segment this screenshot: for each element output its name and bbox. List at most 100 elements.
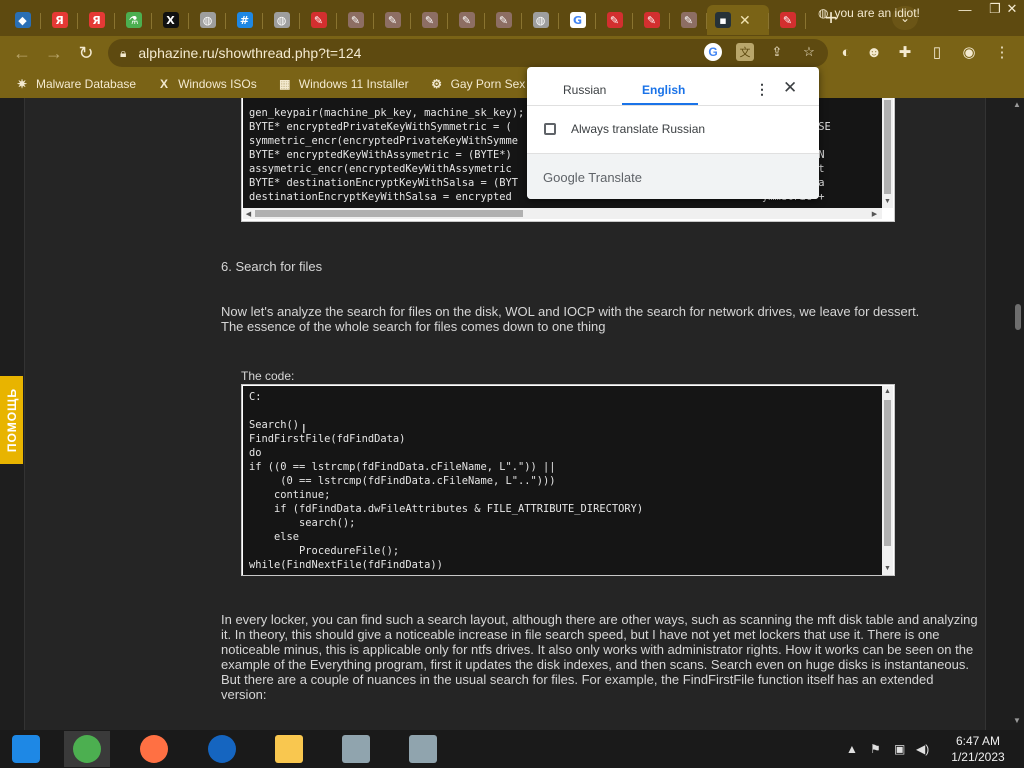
bookmark-item[interactable]: X Windows ISOs bbox=[156, 76, 257, 92]
browser-tab[interactable]: ✎ bbox=[769, 5, 806, 35]
red-feather-icon: ✎ bbox=[310, 12, 327, 28]
search-code-scroll-down-icon[interactable]: ▼ bbox=[882, 563, 893, 574]
system-clock[interactable]: 6:47 AM 1/21/2023 bbox=[946, 733, 1010, 765]
network-tool-app-2[interactable] bbox=[400, 731, 446, 767]
text-cursor-icon: I bbox=[302, 421, 306, 436]
browser-tab[interactable]: Я bbox=[41, 5, 78, 35]
extensions-puzzle-icon[interactable]: ✚ bbox=[893, 40, 917, 64]
translate-popup: Russian English ⋮ ✕ Always translate Rus… bbox=[527, 67, 819, 199]
close-tab-icon[interactable]: ✕ bbox=[739, 12, 751, 29]
code-label: The code: bbox=[241, 369, 295, 383]
terminal-icon: ▪ bbox=[715, 12, 731, 28]
translate-icon[interactable]: 文 bbox=[736, 43, 754, 61]
forward-arrow-icon: → bbox=[45, 42, 63, 63]
side-panel-icon[interactable]: ▯ bbox=[925, 40, 949, 64]
reload-button[interactable]: ↻ bbox=[70, 38, 102, 68]
close-window-button[interactable]: ✕ bbox=[1000, 0, 1024, 18]
browser-toolbar: ← → ↻ 🔒︎ alphazine.ru/showthread.php?t=1… bbox=[0, 36, 1024, 70]
search-code-vscroll[interactable]: ▲ ▼ bbox=[882, 386, 893, 575]
top-code-vscroll[interactable]: ▼ bbox=[882, 98, 893, 208]
file-explorer-app[interactable] bbox=[266, 731, 312, 767]
minimize-button[interactable]: — bbox=[950, 0, 980, 18]
reload-icon: ↻ bbox=[78, 42, 94, 63]
browser-tab[interactable]: # bbox=[226, 5, 263, 35]
obama-logo-app[interactable] bbox=[199, 731, 245, 767]
start-button[interactable] bbox=[4, 731, 48, 767]
browser-tab[interactable]: ✎ bbox=[300, 5, 337, 35]
blue-hex-icon: ◆ bbox=[14, 12, 31, 28]
translate-close-icon[interactable]: ✕ bbox=[783, 78, 797, 98]
section-heading: 6. Search for files bbox=[221, 259, 323, 274]
globe-icon: ◍ bbox=[532, 12, 549, 28]
menu-kebab-icon[interactable]: ⋮ bbox=[990, 40, 1014, 64]
translate-tab-english[interactable]: English bbox=[642, 83, 685, 97]
top-code-scroll-left-icon[interactable]: ◀ bbox=[243, 208, 254, 219]
network-tool-app[interactable] bbox=[333, 731, 379, 767]
gear-site-icon: ⚙ bbox=[431, 77, 442, 91]
bookmark-idiot[interactable]: ◍ you are an idiot! bbox=[818, 6, 920, 20]
flask-icon: ⚗ bbox=[125, 12, 142, 28]
search-code-text: C: Search() FindFirstFile(fdFindData) do… bbox=[249, 391, 644, 571]
chrome-app[interactable] bbox=[64, 731, 110, 767]
firefox-app[interactable] bbox=[131, 731, 177, 767]
browser-tab[interactable]: Я bbox=[78, 5, 115, 35]
browser-tab[interactable]: ✎ bbox=[633, 5, 670, 35]
page-scroll-thumb[interactable] bbox=[1015, 304, 1021, 330]
extension-flag-icon[interactable]: ◐ bbox=[834, 40, 858, 64]
browser-tab[interactable]: ✎ bbox=[485, 5, 522, 35]
help-tab-label: ПОМОЩЬ bbox=[4, 387, 19, 453]
search-code-vscroll-thumb[interactable] bbox=[884, 400, 891, 546]
browser-tab[interactable]: G bbox=[559, 5, 596, 35]
always-translate-label[interactable]: Always translate Russian bbox=[571, 122, 705, 136]
account-avatar-icon[interactable]: ◉ bbox=[957, 40, 981, 64]
red-feather-icon: ✎ bbox=[606, 12, 623, 28]
start-button-icon bbox=[12, 735, 40, 763]
browser-tab[interactable]: ◍ bbox=[189, 5, 226, 35]
network-icon[interactable]: ▣ bbox=[894, 730, 905, 768]
page-scroll-up-icon[interactable]: ▲ bbox=[1013, 100, 1021, 109]
bookmark-star-icon[interactable]: ☆ bbox=[800, 43, 818, 61]
address-bar[interactable]: 🔒︎ alphazine.ru/showthread.php?t=124 G 文… bbox=[108, 39, 828, 67]
browser-tab[interactable]: ✎ bbox=[448, 5, 485, 35]
browser-tab[interactable]: ✎ bbox=[337, 5, 374, 35]
volume-icon[interactable]: ◀) bbox=[916, 730, 929, 768]
obama-logo-app-icon bbox=[208, 735, 236, 763]
feather-icon: ✎ bbox=[347, 12, 364, 28]
back-button[interactable]: ← bbox=[6, 38, 38, 68]
browser-tab[interactable]: ◍ bbox=[522, 5, 559, 35]
globe-icon: ◍ bbox=[273, 12, 290, 28]
back-arrow-icon: ← bbox=[13, 42, 31, 63]
help-tab[interactable]: ПОМОЩЬ bbox=[0, 376, 23, 464]
page-scroll-down-icon[interactable]: ▼ bbox=[1013, 716, 1021, 725]
page-scrollbar[interactable]: ▲ ▼ bbox=[1012, 98, 1024, 730]
active-tab[interactable]: ▪ ✕ bbox=[707, 5, 769, 35]
always-translate-checkbox[interactable] bbox=[544, 123, 556, 135]
browser-tab[interactable]: ◍ bbox=[263, 5, 300, 35]
browser-tab[interactable]: ✎ bbox=[411, 5, 448, 35]
forward-button[interactable]: → bbox=[38, 38, 70, 68]
top-code-scroll-right-icon[interactable]: ▶ bbox=[869, 208, 880, 219]
bookmark-item[interactable]: ▦ Windows 11 Installer bbox=[277, 76, 409, 92]
red-feather-icon: ✎ bbox=[779, 12, 796, 28]
top-code-hscroll[interactable]: ◀ ▶ bbox=[243, 208, 882, 219]
top-code-vscroll-thumb[interactable] bbox=[884, 100, 891, 194]
translate-tab-russian[interactable]: Russian bbox=[563, 83, 606, 97]
browser-tab[interactable]: ⚗ bbox=[115, 5, 152, 35]
browser-tab[interactable]: ◆ bbox=[4, 5, 41, 35]
google-icon[interactable]: G bbox=[704, 43, 722, 61]
share-icon[interactable]: ⇪ bbox=[768, 43, 786, 61]
browser-tab[interactable]: ✎ bbox=[670, 5, 707, 35]
network-tool-app-2-icon bbox=[409, 735, 437, 763]
hash-icon: # bbox=[236, 12, 253, 28]
top-code-hscroll-thumb[interactable] bbox=[255, 210, 523, 217]
translate-options-icon[interactable]: ⋮ bbox=[755, 81, 769, 98]
browser-tab[interactable]: X bbox=[152, 5, 189, 35]
action-center-flag-icon[interactable]: ⚑ bbox=[870, 730, 881, 768]
search-code-scroll-up-icon[interactable]: ▲ bbox=[882, 386, 893, 397]
tray-overflow-icon[interactable]: ▲ bbox=[846, 730, 858, 768]
browser-tab[interactable]: ✎ bbox=[596, 5, 633, 35]
browser-tab[interactable]: ✎ bbox=[374, 5, 411, 35]
bookmark-item[interactable]: ✷ Malware Database bbox=[14, 76, 136, 92]
top-code-scroll-down-icon[interactable]: ▼ bbox=[882, 196, 893, 207]
profile-extension-icon[interactable]: ☻ bbox=[862, 40, 886, 64]
